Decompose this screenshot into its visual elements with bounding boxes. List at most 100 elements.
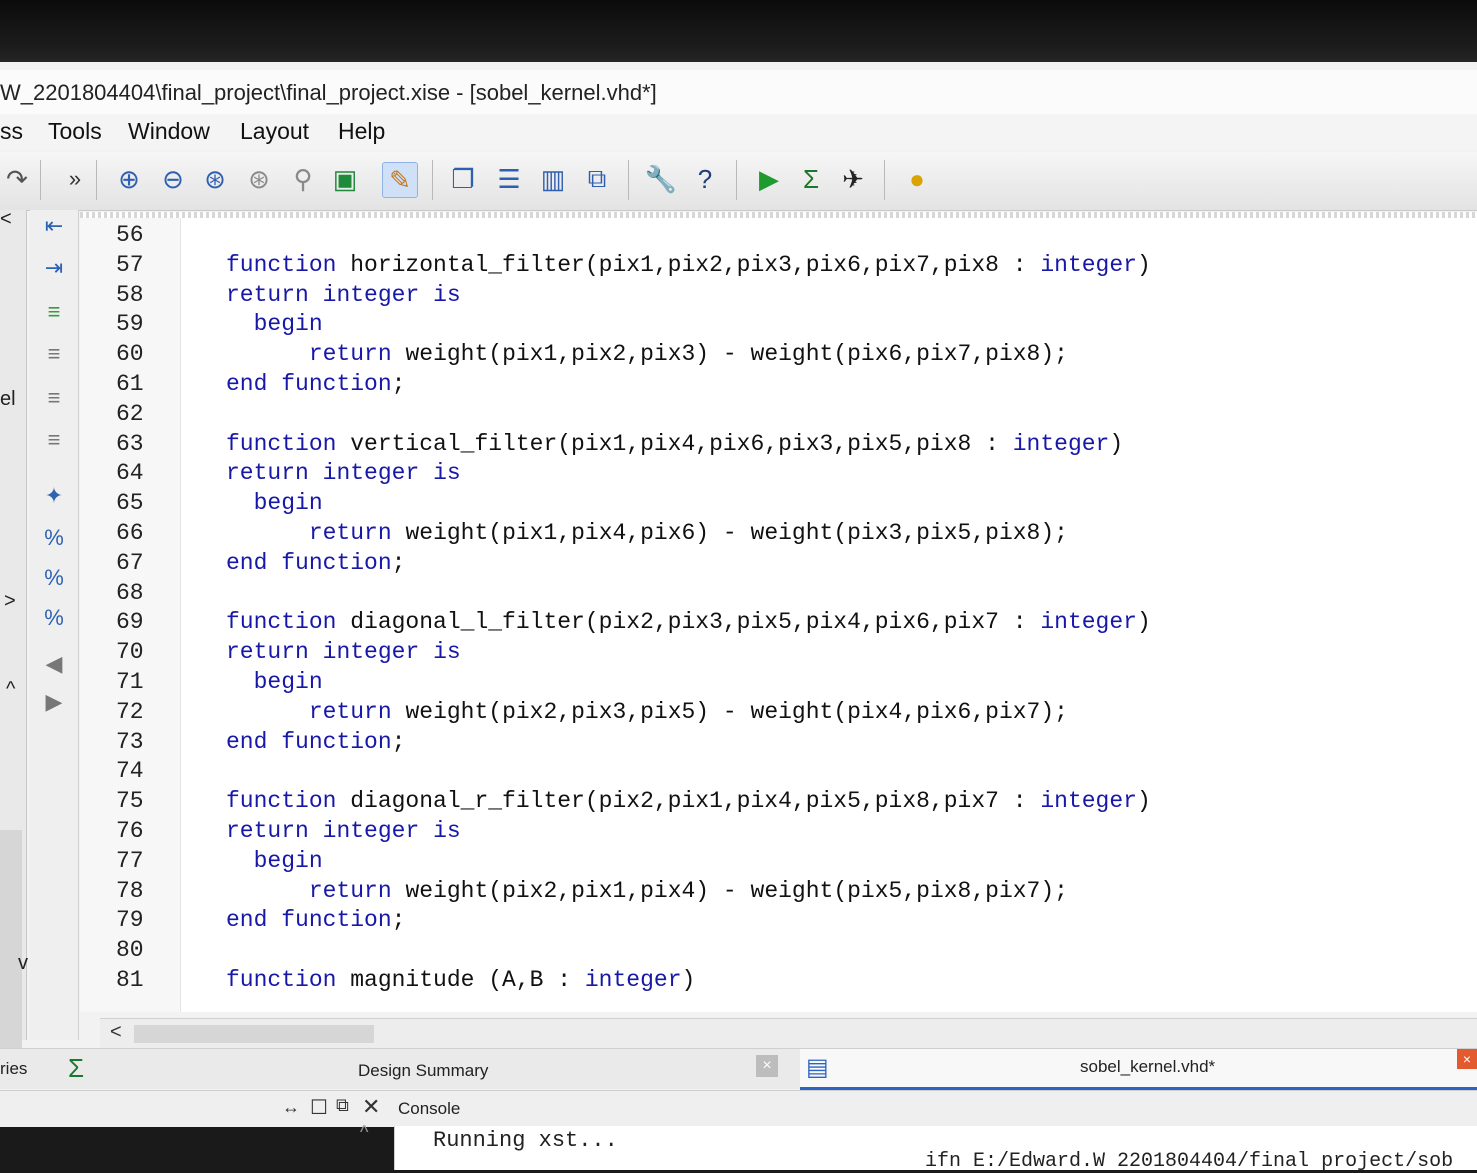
console-title: Console — [398, 1099, 461, 1118]
tab-sobel-kernel[interactable]: ▤ sobel_kernel.vhd* × — [800, 1049, 1477, 1091]
code-text: function diagonal_r_filter(pix2,pix1,pix… — [226, 788, 1151, 815]
scroll-up-arrow[interactable]: ^ — [6, 678, 15, 701]
pin2-icon[interactable]: ✈ — [836, 162, 870, 196]
menu-item-tools[interactable]: Tools — [48, 118, 102, 145]
vertical-scrollbar[interactable] — [0, 830, 22, 1050]
code-line: 77 begin — [80, 848, 1477, 878]
forward-icon[interactable]: ▶ — [38, 686, 70, 718]
line-number: 71 — [116, 669, 144, 695]
code-line: 67 end function; — [80, 550, 1477, 580]
sigma-icon[interactable]: Σ — [794, 162, 828, 196]
line-number: 57 — [116, 251, 144, 278]
zoom-in-icon[interactable]: ⊕ — [112, 162, 146, 196]
code-line: 61 end function; — [80, 371, 1477, 401]
line-number: 67 — [116, 549, 144, 576]
line-number: 63 — [116, 430, 144, 457]
toolbar-separator — [736, 160, 737, 200]
pin-icon[interactable]: ⚲ — [286, 162, 320, 196]
close-icon[interactable]: × — [756, 1055, 778, 1077]
zoom-out-icon[interactable]: ⊖ — [156, 162, 190, 196]
toolbar-separator — [96, 160, 97, 200]
refresh-icon[interactable]: ▣ — [328, 162, 362, 196]
left-panel: < el > ^ v — [0, 208, 28, 1050]
code-line: 60 return weight(pix1,pix2,pix3) - weigh… — [80, 341, 1477, 371]
close-icon[interactable]: ✕ — [362, 1094, 380, 1120]
zoom-full-icon[interactable]: ⊛ — [242, 162, 276, 196]
pen-icon[interactable]: ✎ — [382, 162, 418, 198]
comment-icon[interactable]: ≡ — [38, 296, 70, 328]
code-line: 80 — [80, 937, 1477, 967]
tile-vertical-icon[interactable]: ▥ — [536, 162, 570, 196]
scrollbar-thumb[interactable] — [134, 1025, 374, 1043]
bookmark-next-icon[interactable]: % — [38, 522, 70, 554]
tile-horizontal-icon[interactable]: ☰ — [492, 162, 526, 196]
code-text: end function; — [226, 371, 406, 397]
line-number: 78 — [116, 877, 144, 904]
lightbulb-icon[interactable]: ● — [900, 162, 934, 196]
horizontal-scrollbar[interactable]: < — [100, 1018, 1477, 1049]
code-line: 58 return integer is — [80, 282, 1477, 312]
run-icon[interactable]: ▶ — [752, 162, 786, 196]
code-line: 63 function vertical_filter(pix1,pix4,pix… — [80, 431, 1477, 461]
code-text: begin — [253, 669, 323, 695]
ise-window: W_2201804404\final_project\final_project… — [0, 62, 1477, 1173]
menu-item-window[interactable]: Window — [128, 118, 210, 145]
help-cursor-icon[interactable]: ? — [688, 162, 722, 196]
code-text: return weight(pix1,pix2,pix3) - weight(p… — [308, 341, 1068, 368]
toolbar-separator — [628, 160, 629, 200]
zoom-fit-icon[interactable]: ⊛ — [198, 162, 232, 196]
code-line: 73 end function; — [80, 729, 1477, 759]
cascade-icon[interactable]: ❐ — [446, 162, 480, 196]
line-number: 72 — [116, 698, 144, 725]
editor-top-border — [80, 212, 1477, 218]
block2-icon[interactable]: ≡ — [38, 424, 70, 456]
line-number: 70 — [116, 639, 144, 666]
code-text: return weight(pix2,pix3,pix5) - weight(p… — [308, 698, 1068, 725]
code-line: 65 begin — [80, 490, 1477, 520]
block-icon[interactable]: ≡ — [38, 382, 70, 414]
expand-arrow[interactable]: > — [4, 590, 16, 613]
monitor-bezel — [0, 0, 1477, 70]
console-output[interactable]: Running xst... ifn E:/Edward.W 220180440… — [394, 1126, 1477, 1173]
tab-design-summary[interactable]: Design Summary — [358, 1061, 488, 1081]
wrench-icon[interactable]: 🔧 — [644, 162, 678, 196]
line-number: 77 — [116, 847, 144, 874]
toolbar-overflow-button[interactable]: » — [58, 162, 92, 196]
code-text: return integer is — [226, 460, 461, 487]
code-line: 81 function magnitude (A,B : integer) — [80, 967, 1477, 997]
title-bar: W_2201804404\final_project\final_project… — [0, 70, 1477, 114]
line-number: 65 — [116, 490, 144, 517]
line-number: 68 — [116, 579, 144, 606]
uncomment-icon[interactable]: ≡ — [38, 338, 70, 370]
bookmark-clear-icon[interactable]: % — [38, 602, 70, 634]
indent-left-icon[interactable]: ⇤ — [38, 210, 70, 242]
menu-item-help[interactable]: Help — [338, 118, 385, 145]
close-icon[interactable]: × — [1457, 1049, 1477, 1069]
line-number: 79 — [116, 907, 144, 934]
scroll-down-arrow[interactable]: v — [18, 952, 28, 975]
window-title: W_2201804404\final_project\final_project… — [0, 80, 657, 105]
float-icon[interactable]: ⧉ — [580, 162, 614, 196]
restore-icon[interactable]: ⧉ — [336, 1095, 349, 1116]
bookmark-icon[interactable]: ✦ — [38, 480, 70, 512]
back-icon[interactable]: ◀ — [38, 648, 70, 680]
line-number: 56 — [116, 222, 144, 248]
code-line: 78 return weight(pix2,pix1,pix4) - weigh… — [80, 878, 1477, 908]
menu-item-layout[interactable]: Layout — [240, 118, 309, 145]
redo-icon[interactable]: ↷ — [0, 162, 34, 196]
code-line: 68 — [80, 580, 1477, 610]
scroll-left-arrow[interactable]: < — [110, 1021, 122, 1044]
menu-item-process[interactable]: ss — [0, 118, 23, 145]
indent-right-icon[interactable]: ⇥ — [38, 252, 70, 284]
code-editor[interactable]: 56 57 function horizontal_filter(pix1,pix2… — [80, 212, 1477, 1012]
code-line: 69 function diagonal_l_filter(pix2,pix3,p… — [80, 609, 1477, 639]
bookmark-prev-icon[interactable]: % — [38, 562, 70, 594]
line-number: 75 — [116, 788, 144, 815]
code-text: begin — [253, 490, 323, 517]
toolbar-separator — [40, 160, 41, 200]
scroll-up-arrow[interactable]: ^ — [360, 1122, 368, 1143]
menu-bar: ss Tools Window Layout Help — [0, 114, 1477, 150]
left-arrow-top[interactable]: < — [0, 208, 12, 231]
partial-tab-label[interactable]: ries — [0, 1059, 27, 1079]
line-number: 69 — [116, 609, 144, 636]
